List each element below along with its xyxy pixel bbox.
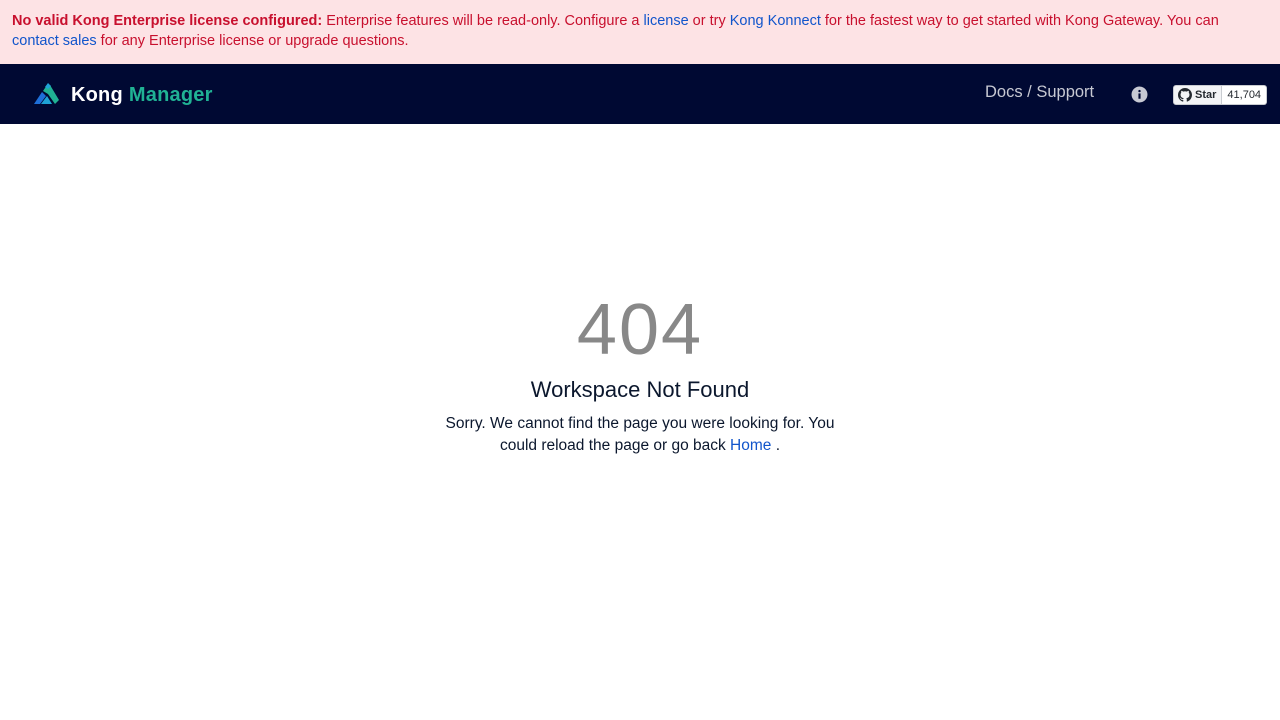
error-code: 404 [576,290,704,370]
banner-text: Enterprise features will be read-only. C… [322,13,644,29]
banner-text: for any Enterprise license or upgrade qu… [96,33,409,49]
banner-text: or try [688,13,730,29]
error-message: Sorry. We cannot find the page you were … [440,413,840,457]
brand-manager-text: Manager [128,83,213,106]
github-star-widget[interactable]: Star 41,704 [1173,85,1268,105]
github-star-label: Star [1195,89,1217,101]
license-warning-banner: No valid Kong Enterprise license configu… [0,0,1280,64]
error-message-suffix: . [771,437,781,454]
github-icon [1178,88,1192,102]
brand-kong-text: Kong [71,83,123,106]
info-icon[interactable] [1131,86,1148,103]
kong-logo-icon [34,83,59,104]
kong-konnect-link[interactable]: Kong Konnect [730,13,821,29]
home-link[interactable]: Home [730,437,771,454]
github-star-button[interactable]: Star [1173,85,1223,105]
license-link[interactable]: license [644,13,689,29]
banner-strong-text: No valid Kong Enterprise license configu… [12,13,323,29]
github-star-count[interactable]: 41,704 [1222,85,1268,105]
kong-manager-home-link[interactable]: Kong Manager [32,82,213,108]
docs-support-link[interactable]: Docs / Support [985,83,1094,102]
contact-sales-link[interactable]: contact sales [12,33,97,49]
brand-title: Kong Manager [71,84,213,107]
banner-text: for the fastest way to get started with … [820,13,1219,29]
error-title: Workspace Not Found [530,377,750,402]
